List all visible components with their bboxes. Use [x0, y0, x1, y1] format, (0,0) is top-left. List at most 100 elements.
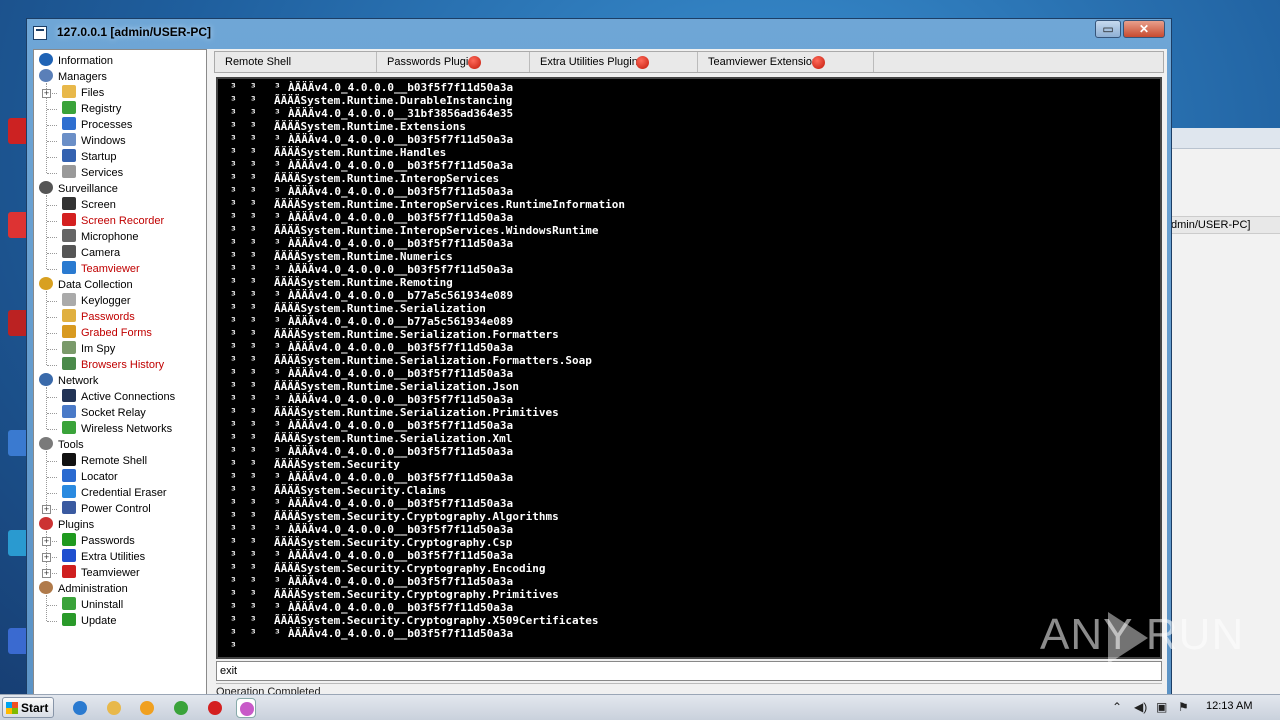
- title-bar[interactable]: 127.0.0.1 [admin/USER-PC] ▭ ✕: [27, 19, 1171, 47]
- console-line: ³ ³ ÃÄÄÄSystem.Runtime.InteropServices.Wi…: [218, 224, 1158, 237]
- tree-item-update[interactable]: Update: [62, 613, 116, 629]
- tree-expand-toggle[interactable]: +: [42, 553, 51, 562]
- tray-expand-icon[interactable]: ⌃: [1112, 700, 1122, 714]
- tree-group-plugins[interactable]: Plugins: [39, 517, 94, 533]
- tab-extra-utilities-plugin[interactable]: Extra Utilities Plugin: [530, 52, 698, 72]
- tree-item-services[interactable]: Services: [62, 165, 123, 181]
- tree-group-managers[interactable]: Managers: [39, 69, 107, 85]
- console-line: ³ ³ ³ ÀÄÄÄv4.0_4.0.0.0__b03f5f7f11d50a3a: [218, 211, 1158, 224]
- tree-item-camera[interactable]: Camera: [62, 245, 120, 261]
- console-line-text: ÀÄÄÄv4.0_4.0.0.0__b03f5f7f11d50a3a: [288, 549, 514, 562]
- tree-item-power-control[interactable]: Power Control: [62, 501, 151, 517]
- tree-item-wireless-networks[interactable]: Wireless Networks: [62, 421, 172, 437]
- tree-item-credential-eraser[interactable]: Credential Eraser: [62, 485, 167, 501]
- command-input[interactable]: [216, 661, 1162, 681]
- tree-item-startup[interactable]: Startup: [62, 149, 116, 165]
- console-tree-marks: ³ ³: [230, 419, 257, 432]
- tree-group-information[interactable]: Information: [39, 53, 113, 69]
- tree-item-teamviewer[interactable]: Teamviewer: [62, 565, 140, 581]
- tree-item-microphone[interactable]: Microphone: [62, 229, 138, 245]
- taskbar-rat-app-icon[interactable]: [236, 698, 256, 718]
- tree-item-processes[interactable]: Processes: [62, 117, 132, 133]
- tree-item-teamviewer[interactable]: Teamviewer: [62, 261, 140, 277]
- restore-button[interactable]: ▭: [1095, 20, 1121, 38]
- console-line-text: ÃÄÄÄSystem.Runtime.Serialization.Primiti…: [274, 406, 559, 419]
- console-line-text: ÀÄÄÄv4.0_4.0.0.0__b03f5f7f11d50a3a: [288, 523, 514, 536]
- console-line-text: ÀÄÄÄv4.0_4.0.0.0__b03f5f7f11d50a3a: [288, 601, 514, 614]
- taskbar-chrome-icon[interactable]: [171, 698, 191, 718]
- taskbar-ie-icon[interactable]: [70, 698, 90, 718]
- tree-item-screen-recorder[interactable]: Screen Recorder: [62, 213, 164, 229]
- plugin-tab-bar: Remote Shell Passwords Plugin Extra Utilit…: [214, 51, 1164, 73]
- network-tray-icon[interactable]: ▣: [1156, 700, 1167, 714]
- console-tree-marks: ³ ³: [230, 159, 257, 172]
- console-line-text: ÃÄÄÄSystem.Runtime.InteropServices.Runti…: [274, 198, 625, 211]
- tree-expand-toggle[interactable]: +: [42, 569, 51, 578]
- tree-expand-toggle[interactable]: +: [42, 505, 51, 514]
- console-line: ³ ³ ³ ÀÄÄÄv4.0_4.0.0.0__b03f5f7f11d50a3a: [218, 523, 1158, 536]
- tree-group-surveillance[interactable]: Surveillance: [39, 181, 118, 197]
- tree-item-active-connections[interactable]: Active Connections: [62, 389, 175, 405]
- tree-item-remote-shell[interactable]: Remote Shell: [62, 453, 147, 469]
- tree-item-label: Locator: [81, 471, 118, 483]
- ie-icon: [73, 701, 87, 715]
- console-tree-marks: ³ ³: [230, 302, 257, 315]
- screen-icon: [62, 197, 76, 210]
- tree-item-grabed-forms[interactable]: Grabed Forms: [62, 325, 152, 341]
- tree-item-screen[interactable]: Screen: [62, 197, 116, 213]
- console-tree-marks: ³ ³: [230, 601, 257, 614]
- tree-item-im-spy[interactable]: Im Spy: [62, 341, 115, 357]
- tree-group-label: Tools: [58, 439, 84, 451]
- tree-group-label: Surveillance: [58, 183, 118, 195]
- tree-item-label: Passwords: [81, 311, 135, 323]
- console-tree-marks: ³: [274, 237, 281, 250]
- tree-expand-toggle[interactable]: +: [42, 89, 51, 98]
- tab-close-icon[interactable]: [468, 56, 481, 69]
- start-button[interactable]: Start: [2, 697, 54, 718]
- tab-close-icon[interactable]: [636, 56, 649, 69]
- tree-group-administration[interactable]: Administration: [39, 581, 128, 597]
- console-line-text: ÃÄÄÄSystem.Runtime.Handles: [274, 146, 447, 159]
- tab-remote-shell[interactable]: Remote Shell: [215, 52, 377, 72]
- tree-item-windows[interactable]: Windows: [62, 133, 126, 149]
- tab-teamviewer-extension[interactable]: Teamviewer Extension: [698, 52, 874, 72]
- console-tree-marks: ³ ³: [230, 172, 257, 185]
- camera-icon: [62, 245, 76, 258]
- tree-item-socket-relay[interactable]: Socket Relay: [62, 405, 146, 421]
- tree-item-uninstall[interactable]: Uninstall: [62, 597, 123, 613]
- remote-shell-console[interactable]: ³ ³ ³ ÀÄÄÄv4.0_4.0.0.0__b03f5f7f11d50a3a ³ …: [216, 77, 1162, 659]
- taskbar-media-player-icon[interactable]: [137, 698, 157, 718]
- tree-item-registry[interactable]: Registry: [62, 101, 121, 117]
- action-center-flag-icon[interactable]: ⚑: [1178, 700, 1189, 714]
- tab-passwords-plugin[interactable]: Passwords Plugin: [377, 52, 530, 72]
- tree-group-data-collection[interactable]: Data Collection: [39, 277, 133, 293]
- tree-group-label: Information: [58, 55, 114, 67]
- taskbar-opera-icon[interactable]: [205, 698, 225, 718]
- console-tree-marks: ³: [274, 497, 281, 510]
- tree-item-browsers-history[interactable]: Browsers History: [62, 357, 164, 373]
- tree-expand-toggle[interactable]: +: [42, 537, 51, 546]
- navigation-tree[interactable]: Information Managers + Files Registry Process…: [33, 49, 207, 699]
- update-icon: [62, 613, 76, 626]
- console-tree-marks: ³ ³: [230, 81, 257, 94]
- tree-item-passwords[interactable]: Passwords: [62, 309, 135, 325]
- volume-icon[interactable]: ◀): [1134, 700, 1147, 714]
- tree-item-keylogger[interactable]: Keylogger: [62, 293, 131, 309]
- tree-item-extra-utilities[interactable]: Extra Utilities: [62, 549, 145, 565]
- tree-group-network[interactable]: Network: [39, 373, 98, 389]
- taskbar: Start ⌃ ◀) ▣ ⚑ 12:13 AM: [0, 694, 1280, 720]
- console-tree-marks: ³ ³: [230, 237, 257, 250]
- console-tree-marks: ³ ³: [230, 471, 257, 484]
- console-line-text: ÀÄÄÄv4.0_4.0.0.0__b03f5f7f11d50a3a: [288, 575, 514, 588]
- tree-item-files[interactable]: Files: [62, 85, 104, 101]
- tab-close-icon[interactable]: [812, 56, 825, 69]
- taskbar-explorer-icon[interactable]: [104, 698, 124, 718]
- console-line-text: ÀÄÄÄv4.0_4.0.0.0__b03f5f7f11d50a3a: [288, 159, 514, 172]
- tree-item-passwords[interactable]: Passwords: [62, 533, 135, 549]
- tree-item-locator[interactable]: Locator: [62, 469, 118, 485]
- console-line: ³ ³ ³ ÀÄÄÄv4.0_4.0.0.0__b03f5f7f11d50a3a: [218, 367, 1158, 380]
- tree-connector: [47, 237, 57, 238]
- close-button[interactable]: ✕: [1123, 20, 1165, 38]
- console-line: ³ ³ ³ ÀÄÄÄv4.0_4.0.0.0__b03f5f7f11d50a3a: [218, 341, 1158, 354]
- console-line-text: ÃÄÄÄSystem.Security.Cryptography.Algorit…: [274, 510, 559, 523]
